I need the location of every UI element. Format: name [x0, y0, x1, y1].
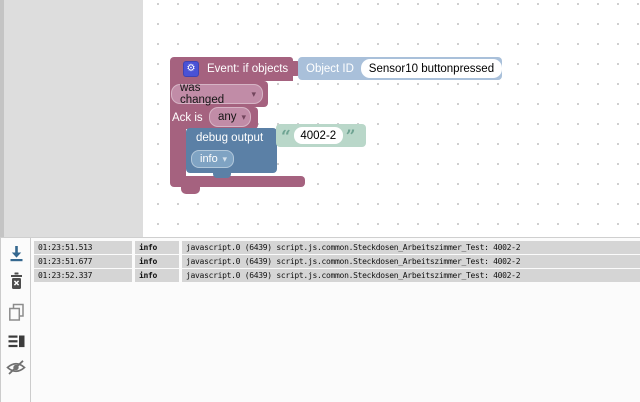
event-block-header[interactable]: ⚙ Event: if objects	[170, 57, 293, 81]
object-id-label: Object ID	[306, 62, 354, 75]
change-type-value: was changed	[180, 82, 225, 106]
trash-icon	[10, 272, 22, 289]
log-toolbar	[1, 238, 31, 402]
dropdown-arrow-icon: ▾	[222, 153, 227, 164]
log-level-badge: info	[135, 241, 179, 254]
debug-output-label: debug output	[196, 132, 264, 144]
hide-log-button[interactable]	[4, 355, 28, 379]
log-level-badge: info	[135, 255, 179, 268]
log-row[interactable]: 01:23:51.677 info javascript.0 (6439) sc…	[34, 255, 640, 268]
mutator-gear-icon[interactable]: ⚙	[183, 61, 199, 77]
log-message: javascript.0 (6439) script.js.common.Ste…	[182, 255, 640, 268]
ack-value: any	[218, 111, 237, 123]
log-level-dropdown[interactable]: info ▾	[191, 150, 234, 168]
ack-label: Ack is	[172, 111, 203, 124]
format-log-button[interactable]	[4, 329, 28, 353]
object-id-field[interactable]: Sensor10 buttonpressed	[360, 59, 502, 78]
log-timestamp: 01:23:51.513	[34, 241, 132, 254]
event-block-title: Event: if objects	[207, 63, 289, 75]
debug-block-next-connector	[213, 172, 231, 178]
open-quote-icon: “	[281, 126, 291, 147]
scroll-to-bottom-icon	[10, 245, 22, 261]
log-row[interactable]: 01:23:52.337 info javascript.0 (6439) sc…	[34, 269, 640, 282]
log-panel: 01:23:51.513 info javascript.0 (6439) sc…	[0, 237, 640, 402]
copy-icon	[8, 303, 24, 321]
text-value-block[interactable]: “ 4002-2 ”	[276, 124, 366, 147]
list-layout-icon	[8, 335, 24, 347]
clear-log-button[interactable]	[4, 269, 28, 293]
log-level-value: info	[200, 153, 218, 165]
event-block-next-connector	[181, 186, 200, 194]
copy-log-button[interactable]	[4, 300, 28, 324]
dropdown-arrow-icon: ▾	[251, 88, 256, 99]
log-message: javascript.0 (6439) script.js.common.Ste…	[182, 269, 640, 282]
log-entries: 01:23:51.513 info javascript.0 (6439) sc…	[34, 241, 640, 283]
log-timestamp: 01:23:51.677	[34, 255, 132, 268]
event-block-spine[interactable]	[170, 128, 186, 177]
ack-dropdown[interactable]: any ▾	[209, 107, 251, 127]
text-value-field[interactable]: 4002-2	[293, 127, 343, 144]
close-quote-icon: ”	[345, 126, 356, 147]
scroll-to-bottom-button[interactable]	[4, 241, 28, 265]
blockly-script-editor: ⚙ Event: if objects Object ID Sensor10 b…	[0, 0, 640, 402]
change-type-dropdown[interactable]: was changed ▾	[171, 82, 263, 106]
log-timestamp: 01:23:52.337	[34, 269, 132, 282]
blockly-toolbox[interactable]	[0, 0, 143, 237]
dropdown-arrow-icon: ▾	[241, 111, 247, 122]
blockly-workspace[interactable]: ⚙ Event: if objects Object ID Sensor10 b…	[0, 0, 640, 237]
log-message: javascript.0 (6439) script.js.common.Ste…	[182, 241, 640, 254]
object-id-block[interactable]: Object ID Sensor10 buttonpressed	[298, 57, 502, 80]
log-level-badge: info	[135, 269, 179, 282]
eye-slash-icon	[6, 359, 26, 375]
log-row[interactable]: 01:23:51.513 info javascript.0 (6439) sc…	[34, 241, 640, 254]
